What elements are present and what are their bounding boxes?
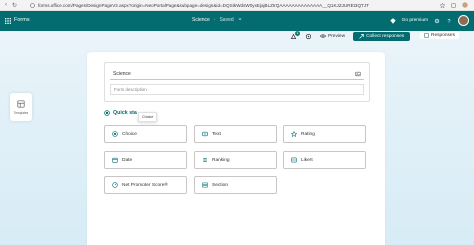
app-launcher-icon[interactable] (5, 18, 11, 24)
tooltip: Choice (138, 112, 158, 122)
collect-responses-button[interactable]: Collect responses (353, 31, 411, 41)
browser-actions (440, 2, 468, 8)
form-name[interactable]: Science (192, 17, 210, 23)
quick-start-header: Quick sta (104, 110, 137, 116)
rating-button[interactable]: Rating (283, 125, 366, 143)
templates-label: Templates (13, 110, 29, 115)
form-description-field[interactable]: Form description (110, 84, 364, 95)
choice-button[interactable]: Choice (104, 125, 187, 143)
templates-icon (17, 99, 25, 108)
quick-start-label: Quick sta (113, 110, 137, 116)
theme-icon[interactable]: 1 (290, 30, 300, 40)
svg-text:?: ? (448, 18, 451, 23)
form-description-placeholder[interactable]: Form description (114, 87, 147, 92)
browser-toolbar: ‹ ↻ forms.office.com/Pages/DesignPageV2.… (0, 0, 474, 11)
text-icon (202, 131, 208, 137)
profile-icon[interactable] (462, 2, 468, 8)
responses-label: Responses (431, 32, 455, 38)
settings-icon[interactable] (434, 18, 440, 24)
form-title-section[interactable]: Science Form description (104, 62, 370, 102)
likert-button[interactable]: Likert (283, 151, 366, 169)
notification-badge: 1 (295, 30, 300, 36)
form-title-field[interactable]: Science (110, 68, 364, 80)
gauge-icon (112, 182, 118, 188)
app-header: Forms Science · Saved Go premium ? (0, 11, 474, 31)
premium-link[interactable]: Go premium (402, 18, 428, 23)
browser-nav: ‹ ↻ (0, 2, 17, 9)
likert-icon (291, 157, 297, 163)
diamond-icon[interactable] (389, 17, 396, 24)
insert-image-icon[interactable] (355, 71, 361, 77)
chevron-down-icon[interactable] (238, 17, 242, 23)
templates-button[interactable]: Templates (10, 93, 32, 121)
likert-label: Likert (301, 157, 313, 163)
app-title[interactable]: Forms (14, 17, 30, 23)
address-bar[interactable]: forms.office.com/Pages/DesignPageV2.aspx… (30, 2, 425, 9)
section-label: Section (212, 182, 228, 188)
ranking-label: Ranking (212, 157, 230, 163)
ranking-button[interactable]: Ranking (194, 151, 277, 169)
form-title-value[interactable]: Science (113, 71, 131, 77)
date-button[interactable]: Date (104, 151, 187, 169)
separator: · (213, 17, 216, 23)
site-info-icon[interactable] (30, 3, 35, 8)
radio-selected-icon (104, 110, 110, 116)
responses-icon (424, 32, 429, 38)
text-button[interactable]: Text (194, 125, 277, 143)
calendar-icon (112, 157, 118, 163)
refresh-icon[interactable]: ↻ (12, 2, 17, 9)
extensions-icon[interactable] (451, 2, 456, 8)
url-text[interactable]: forms.office.com/Pages/DesignPageV2.aspx… (38, 3, 369, 8)
section-icon (202, 182, 208, 188)
share-icon (359, 33, 364, 39)
saved-status: Saved (219, 17, 234, 23)
collect-label: Collect responses (366, 33, 405, 39)
section-button[interactable]: Section (194, 176, 277, 194)
text-label: Text (212, 131, 221, 137)
ranking-icon (202, 157, 208, 163)
net-promoter-score-button[interactable]: Net Promoter Score® (104, 176, 187, 194)
preview-label: Preview (328, 33, 346, 39)
back-icon[interactable]: ‹ (5, 2, 7, 9)
command-bar: 1 Preview Collect responses (290, 30, 411, 42)
star-icon[interactable] (440, 2, 445, 8)
form-card: Science Form description Quick sta Choic… (87, 52, 385, 245)
date-label: Date (122, 157, 133, 163)
star-outline-icon (291, 131, 297, 137)
more-options-icon[interactable] (305, 33, 312, 40)
help-icon[interactable]: ? (446, 18, 452, 23)
rating-label: Rating (301, 131, 315, 137)
form-status: Science · Saved (192, 17, 242, 23)
eye-icon (320, 33, 326, 39)
choice-label: Choice (122, 131, 137, 137)
avatar[interactable] (458, 15, 469, 26)
app-header-actions: Go premium ? (389, 15, 469, 26)
net-promoter-score-label: Net Promoter Score® (122, 182, 168, 188)
radio-icon (112, 131, 118, 137)
preview-button[interactable]: Preview (320, 33, 345, 39)
responses-tab[interactable]: Responses (420, 31, 459, 39)
